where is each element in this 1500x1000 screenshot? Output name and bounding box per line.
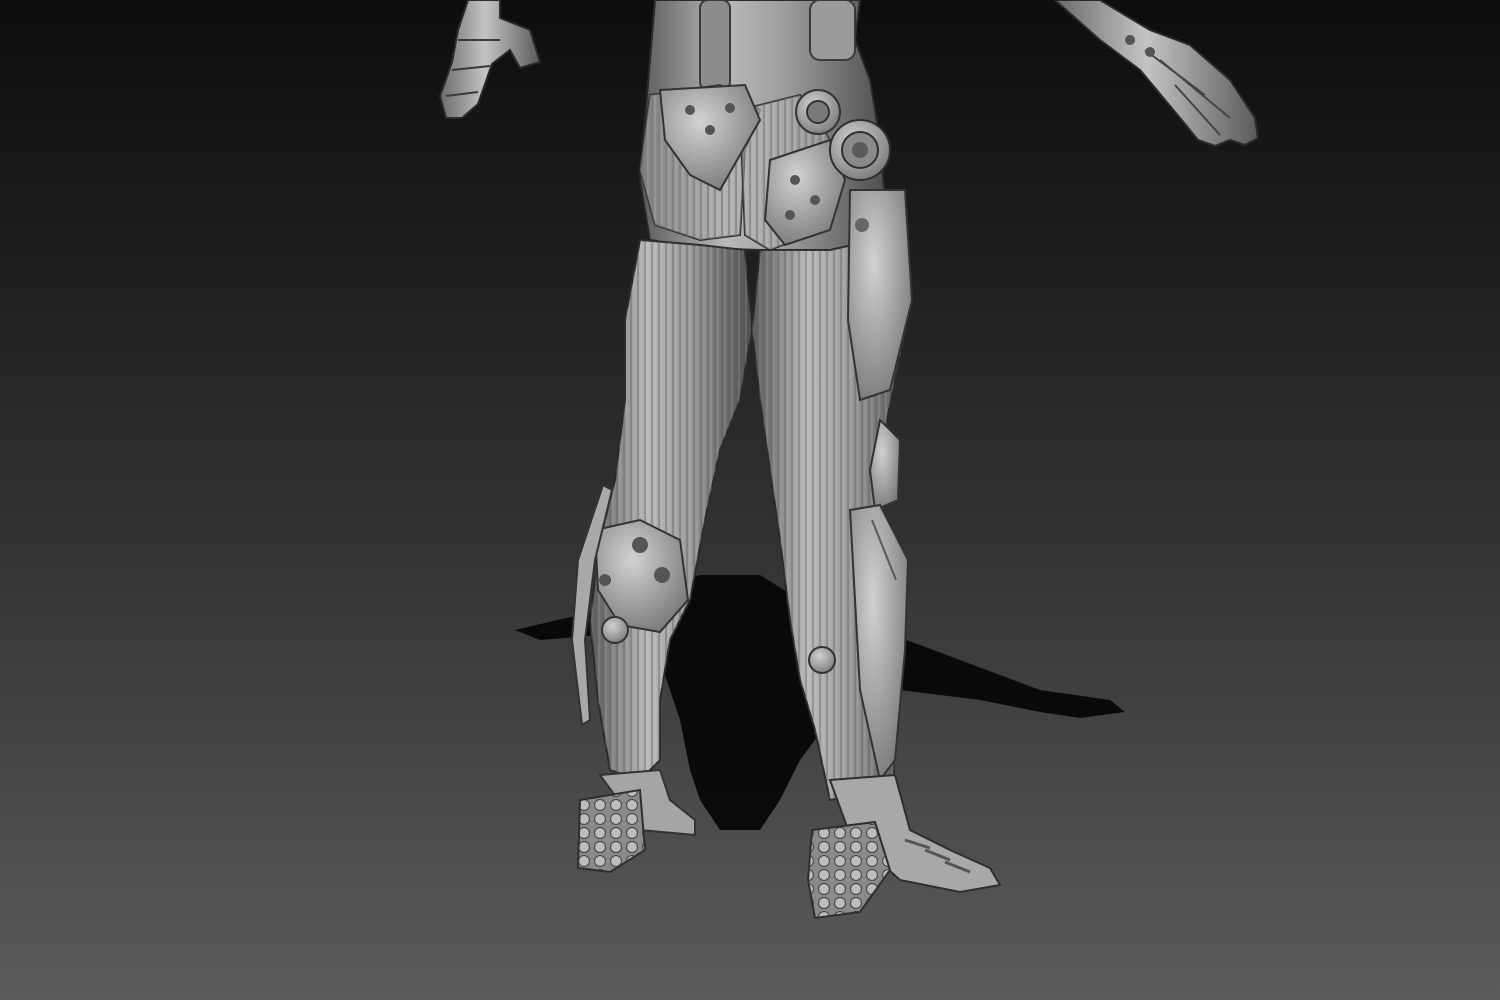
render-viewport [0, 0, 1500, 1000]
sculpt-render-canvas [0, 0, 1500, 1000]
